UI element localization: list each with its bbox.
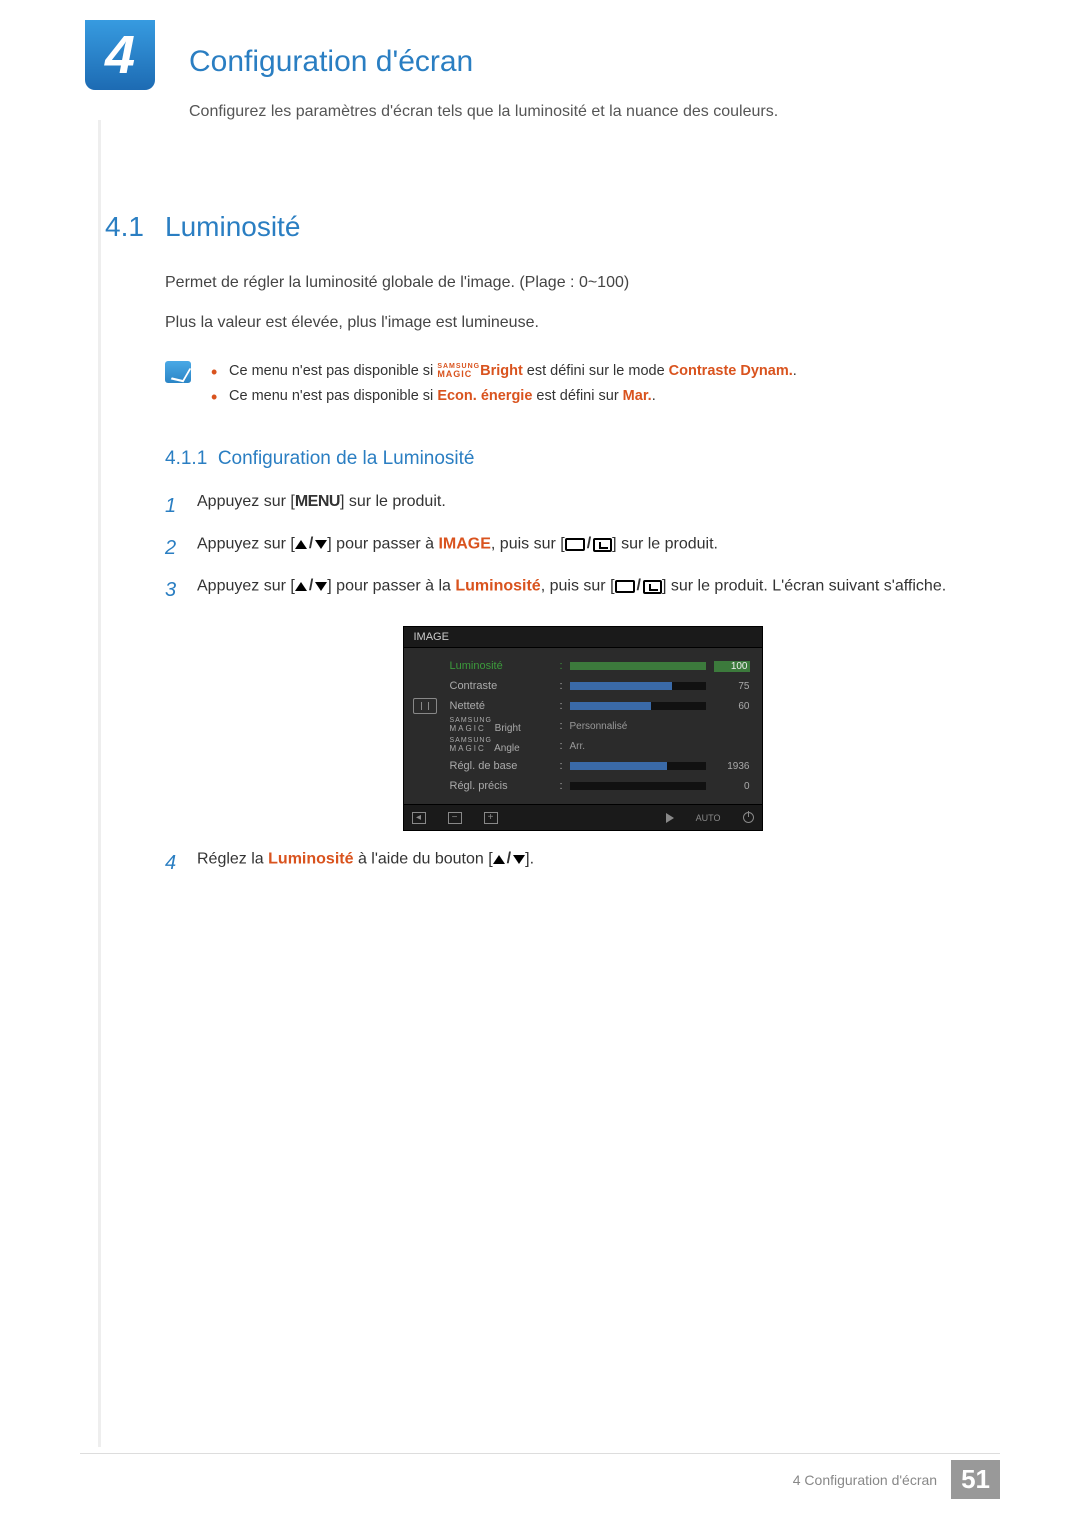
step-3: 3 Appuyez sur [/] pour passer à la Lumin… xyxy=(165,572,1000,608)
select-enter-keys-icon: / xyxy=(565,530,612,559)
osd-row: Contraste:75 xyxy=(450,676,750,696)
chapter-title: Configuration d'écran xyxy=(189,0,1000,79)
osd-nav-minus-icon: − xyxy=(448,812,462,824)
section-number: 4.1 xyxy=(105,211,165,243)
osd-row: SAMSUNGMAGIC Angle:Arr. xyxy=(450,736,750,756)
osd-row: Netteté:60 xyxy=(450,696,750,716)
page-footer: 4 Configuration d'écran 51 xyxy=(80,1453,1000,1499)
osd-row: Régl. de base:1936 xyxy=(450,756,750,776)
steps-list-continued: 4 Réglez la Luminosité à l'aide du bouto… xyxy=(165,845,1000,881)
chapter-intro: Configurez les paramètres d'écran tels q… xyxy=(189,103,1000,121)
section-title: Luminosité xyxy=(165,211,300,242)
left-margin-rule xyxy=(98,120,101,1447)
select-enter-keys-icon: / xyxy=(615,572,662,601)
subsection-heading: 4.1.1 Configuration de la Luminosité xyxy=(165,448,1000,470)
subsection-number: 4.1.1 xyxy=(165,448,207,469)
subsection-title: Configuration de la Luminosité xyxy=(218,448,475,469)
osd-nav-back-icon: ◂ xyxy=(412,812,426,824)
footer-chapter-label: 4 Configuration d'écran xyxy=(793,1472,937,1488)
section-paragraph-2: Plus la valeur est élevée, plus l'image … xyxy=(165,311,1000,335)
note-block: Ce menu n'est pas disponible si SAMSUNGM… xyxy=(165,359,1000,408)
note-list: Ce menu n'est pas disponible si SAMSUNGM… xyxy=(211,359,797,408)
osd-row: SAMSUNGMAGIC Bright:Personnalisé xyxy=(450,716,750,736)
step-2: 2 Appuyez sur [/] pour passer à IMAGE, p… xyxy=(165,530,1000,566)
step-4: 4 Réglez la Luminosité à l'aide du bouto… xyxy=(165,845,1000,881)
osd-nav-auto-label: AUTO xyxy=(696,813,721,823)
osd-nav-plus-icon: + xyxy=(484,812,498,824)
note-item-2: Ce menu n'est pas disponible si Econ. én… xyxy=(211,384,797,409)
osd-nav-bar: ◂ − + AUTO xyxy=(404,804,762,830)
note-icon xyxy=(165,361,191,383)
footer-page-number: 51 xyxy=(951,1460,1000,1499)
up-down-keys-icon: / xyxy=(295,530,327,559)
osd-row: Luminosité:100 xyxy=(450,656,750,676)
chapter-number-badge: 4 xyxy=(85,20,155,90)
osd-row: Régl. précis:0 xyxy=(450,776,750,796)
osd-rows: Luminosité:100Contraste:75Netteté:60SAMS… xyxy=(446,648,762,804)
osd-title: IMAGE xyxy=(404,627,762,648)
osd-nav-power-icon xyxy=(743,812,754,823)
section-heading: 4.1Luminosité xyxy=(105,211,1000,243)
osd-category-icon xyxy=(413,698,437,714)
menu-button-label: MENU xyxy=(295,493,340,510)
step-1: 1 Appuyez sur [MENU] sur le produit. xyxy=(165,488,1000,524)
steps-list: 1 Appuyez sur [MENU] sur le produit. 2 A… xyxy=(165,488,1000,608)
osd-nav-play-icon xyxy=(666,813,674,823)
section-paragraph-1: Permet de régler la luminosité globale d… xyxy=(165,271,1000,295)
up-down-keys-icon: / xyxy=(493,845,525,874)
osd-menu-screenshot: IMAGE Luminosité:100Contraste:75Netteté:… xyxy=(403,626,763,831)
note-item-1: Ce menu n'est pas disponible si SAMSUNGM… xyxy=(211,359,797,384)
up-down-keys-icon: / xyxy=(295,572,327,601)
